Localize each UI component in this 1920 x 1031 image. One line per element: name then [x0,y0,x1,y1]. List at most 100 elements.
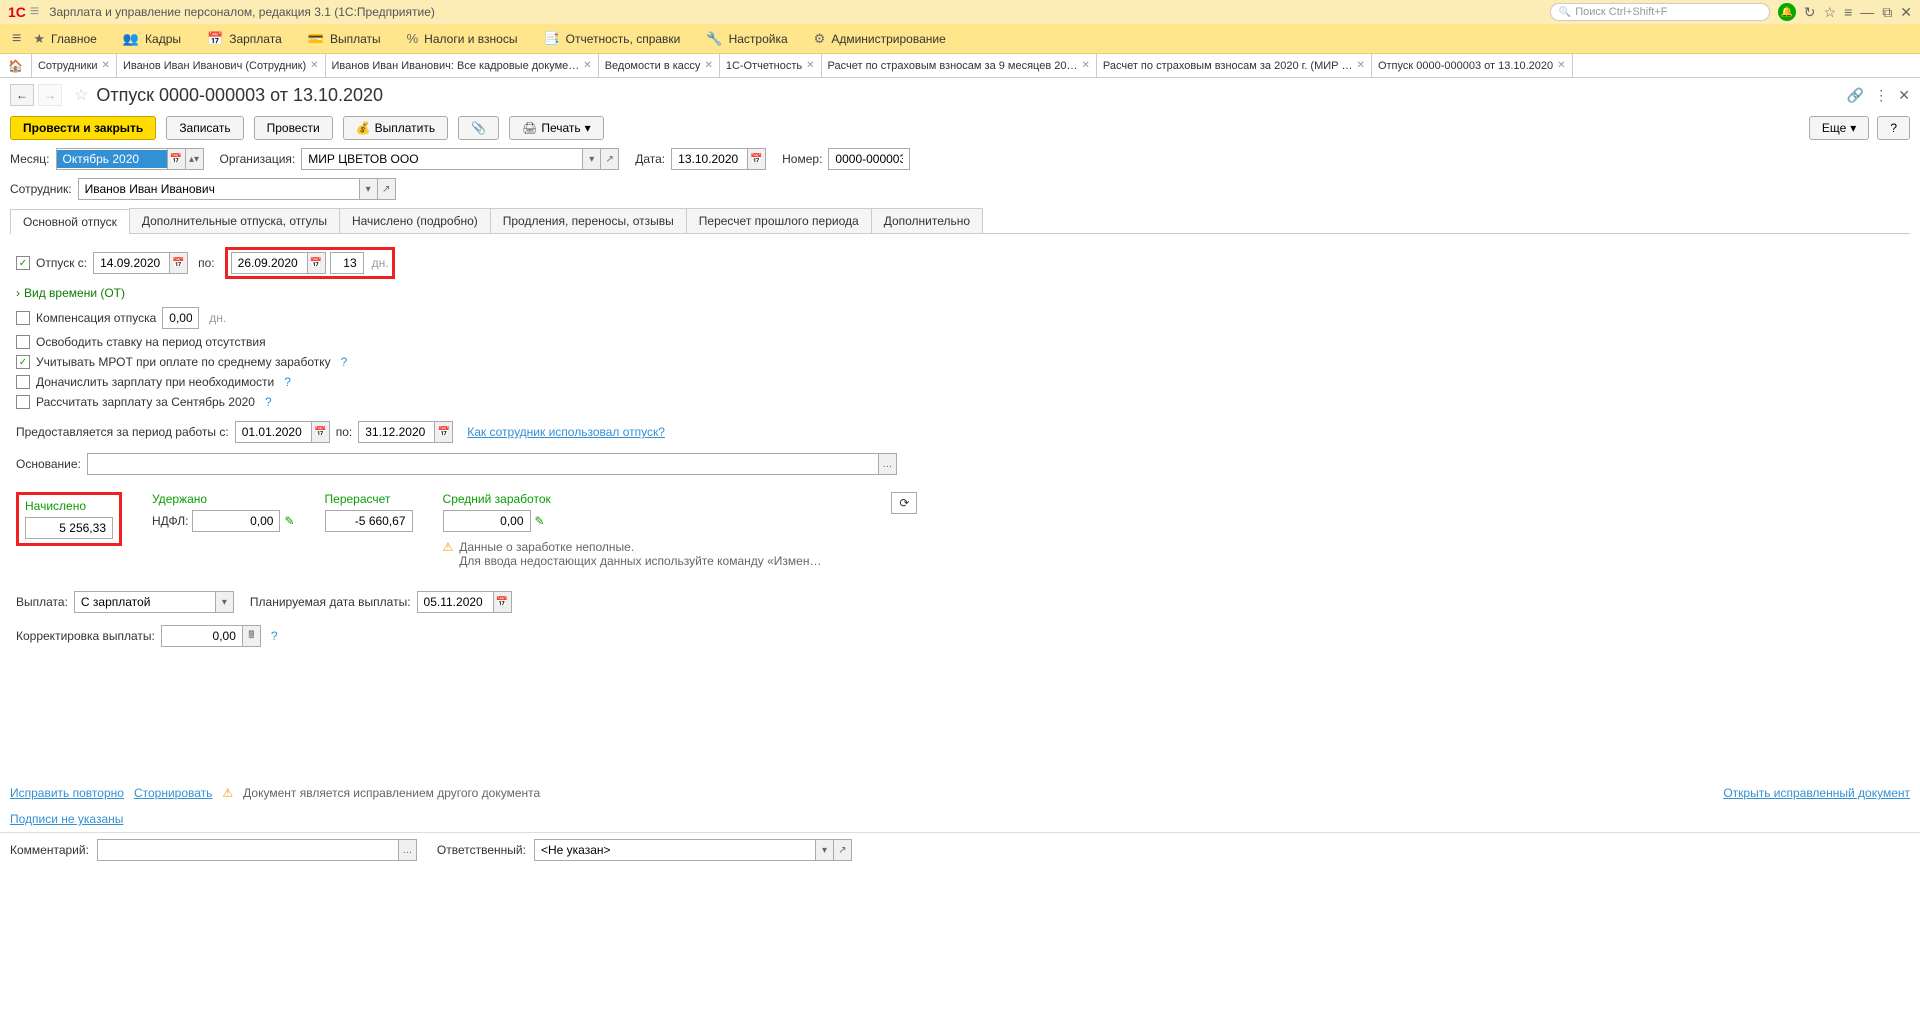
tab-close-icon[interactable]: ✕ [102,60,110,71]
star-icon[interactable]: ☆ [1824,4,1837,21]
favorite-icon[interactable]: ☆ [74,85,88,105]
menu-admin[interactable]: ⚙Администрирование [814,31,946,47]
tab-ins2020[interactable]: Расчет по страховым взносам за 2020 г. (… [1097,54,1372,77]
vacation-to-input[interactable]: 📅 [231,252,326,274]
release-rate-checkbox[interactable] [16,335,30,349]
compensation-input[interactable] [162,307,199,329]
mrot-checkbox[interactable]: ✓ [16,355,30,369]
accrued-value[interactable] [25,517,113,539]
subtab-main-vacation[interactable]: Основной отпуск [10,209,130,234]
global-search[interactable]: Поиск Ctrl+Shift+F [1550,3,1770,21]
stepper-icon[interactable]: ▴▾ [185,149,203,169]
open-fixed-link[interactable]: Открыть исправленный документ [1723,786,1910,800]
period-to-input[interactable]: 📅 [358,421,453,443]
maximize-icon[interactable]: ⧉ [1882,4,1892,21]
menu-hr[interactable]: 👥Кадры [123,31,181,47]
post-close-button[interactable]: Провести и закрыть [10,116,156,140]
tab-close-icon[interactable]: ✕ [1082,60,1090,71]
tab-close-icon[interactable]: ✕ [1357,60,1365,71]
bell-icon[interactable]: 🔔 [1778,3,1796,21]
help-icon[interactable]: ? [284,375,291,389]
calc-salary-checkbox[interactable] [16,395,30,409]
plan-date-input[interactable]: 📅 [417,591,512,613]
tab-close-icon[interactable]: ✕ [704,60,712,71]
history-icon[interactable]: ↻ [1804,4,1816,21]
open-icon[interactable]: ↗ [377,179,395,199]
calendar-icon[interactable]: 📅 [311,422,329,442]
ndfl-value[interactable] [192,510,280,532]
help-icon[interactable]: ? [341,355,348,369]
period-from-input[interactable]: 📅 [235,421,330,443]
responsible-input[interactable]: ▾ ↗ [534,839,852,861]
basis-input[interactable]: … [87,453,897,475]
subtab-extra-vacation[interactable]: Дополнительные отпуска, отгулы [129,208,340,233]
vacation-checkbox[interactable]: ✓ [16,256,30,270]
help-button[interactable]: ? [1877,116,1910,140]
app-burger-icon[interactable]: ≡ [30,3,39,21]
tab-vacation-doc[interactable]: Отпуск 0000-000003 от 13.10.2020✕ [1372,54,1573,77]
avg-value[interactable] [443,510,531,532]
tab-close-icon[interactable]: ✕ [806,60,814,71]
accrue-salary-checkbox[interactable] [16,375,30,389]
open-icon[interactable]: ↗ [833,840,851,860]
month-input[interactable]: 📅 ▴▾ [56,148,204,170]
page-close-icon[interactable]: ✕ [1898,87,1910,104]
help-icon[interactable]: ? [271,629,278,643]
subtab-accrued-detail[interactable]: Начислено (подробно) [339,208,491,233]
menu-taxes[interactable]: %Налоги и взносы [407,31,518,46]
tab-ins9m[interactable]: Расчет по страховым взносам за 9 месяцев… [822,54,1097,77]
payment-select[interactable]: ▾ [74,591,234,613]
storno-link[interactable]: Сторнировать [134,786,212,800]
ellipsis-icon[interactable]: … [878,454,896,474]
how-used-link[interactable]: Как сотрудник использовал отпуск? [467,425,665,439]
time-kind-expand[interactable]: › Вид времени (ОТ) [16,282,125,304]
org-input[interactable]: ▾ ↗ [301,148,619,170]
calendar-icon[interactable]: 📅 [493,592,511,612]
vacation-from-input[interactable]: 📅 [93,252,188,274]
edit-icon[interactable]: ✎ [535,514,545,528]
print-button[interactable]: 🖨Печать ▾ [509,116,604,140]
minimize-icon[interactable]: — [1860,4,1874,20]
subtab-extensions[interactable]: Продления, переносы, отзывы [490,208,687,233]
calendar-icon[interactable]: 📅 [167,149,185,169]
panel-icon[interactable]: ≡ [1844,4,1852,20]
dropdown-icon[interactable]: ▾ [359,179,377,199]
menu-settings[interactable]: 🔧Настройка [706,31,787,47]
tab-cash-sheets[interactable]: Ведомости в кассу✕ [599,54,720,77]
dropdown-icon[interactable]: ▾ [815,840,833,860]
calendar-icon[interactable]: 📅 [747,149,765,169]
recalc-value[interactable] [325,510,413,532]
no-sign-link[interactable]: Подписи не указаны [10,812,123,826]
menu-salary[interactable]: 📅Зарплата [207,31,282,47]
calendar-icon[interactable]: 📅 [169,253,187,273]
calendar-icon[interactable]: 📅 [307,253,325,273]
edit-icon[interactable]: ✎ [284,514,294,528]
tab-employees[interactable]: Сотрудники✕ [32,54,117,77]
tab-employee-card[interactable]: Иванов Иван Иванович (Сотрудник)✕ [117,54,326,77]
correction-input[interactable]: 🖩 [161,625,261,647]
tab-close-icon[interactable]: ✕ [583,60,591,71]
calc-icon[interactable]: 🖩 [242,626,260,646]
tab-home[interactable]: 🏠 [0,54,32,77]
number-input[interactable] [828,148,910,170]
dropdown-icon[interactable]: ▾ [215,592,233,612]
pay-button[interactable]: 💰Выплатить [343,116,448,140]
tab-1c-report[interactable]: 1С-Отчетность✕ [720,54,822,77]
dropdown-icon[interactable]: ▾ [582,149,600,169]
nav-back-button[interactable]: ← [10,84,34,106]
menu-payments[interactable]: 💳Выплаты [308,31,381,47]
nav-forward-button[interactable]: → [38,84,62,106]
date-input[interactable]: 📅 [671,148,766,170]
write-button[interactable]: Записать [166,116,243,140]
refresh-button[interactable]: ⟳ [891,492,917,514]
open-icon[interactable]: ↗ [600,149,618,169]
main-burger-icon[interactable]: ≡ [12,30,21,48]
close-icon[interactable]: ✕ [1900,4,1912,21]
compensation-checkbox[interactable] [16,311,30,325]
tab-close-icon[interactable]: ✕ [310,60,318,71]
menu-main[interactable]: ★Главное [33,31,97,47]
subtab-additional[interactable]: Дополнительно [871,208,983,233]
post-button[interactable]: Провести [254,116,333,140]
fix-again-link[interactable]: Исправить повторно [10,786,124,800]
vacation-days-input[interactable] [330,252,364,274]
